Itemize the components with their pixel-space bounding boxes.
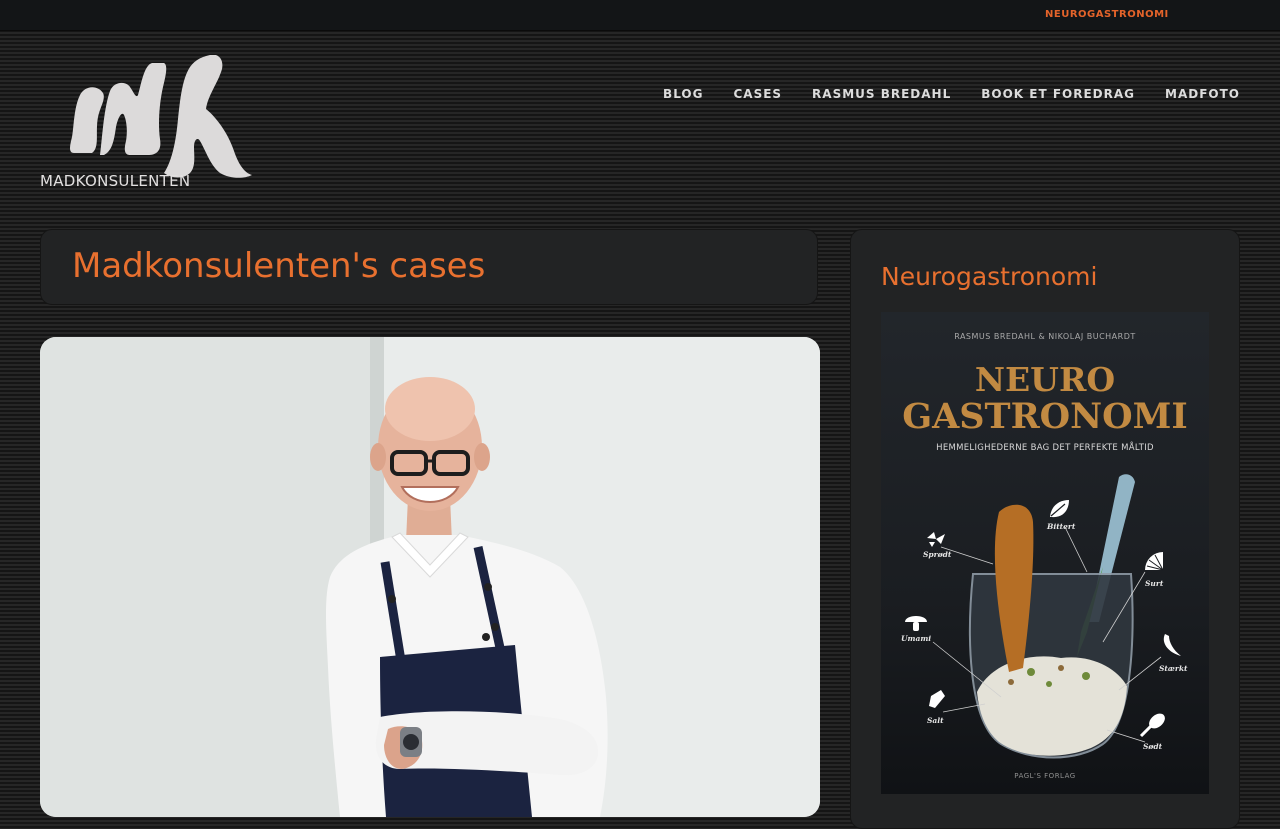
nav-item-rasmus-bredahl[interactable]: RASMUS BREDAHL: [812, 87, 951, 101]
mushroom-icon: [905, 616, 927, 631]
chili-icon: [1163, 634, 1181, 656]
top-link-neurogastronomi[interactable]: NEUROGASTRONOMI: [1045, 9, 1169, 20]
book-publisher: PAGL'S FORLAG: [1014, 772, 1076, 780]
taste-label-sprodt: Sprødt: [923, 550, 952, 559]
book-authors: RASMUS BREDAHL & NIKOLAJ BUCHARDT: [954, 332, 1136, 341]
chef-portrait-image: [40, 337, 820, 817]
nav-item-book-et-foredrag[interactable]: BOOK ET FOREDRAG: [981, 87, 1135, 101]
hero-image[interactable]: [40, 337, 820, 817]
book-cover: RASMUS BREDAHL & NIKOLAJ BUCHARDT NEURO …: [881, 312, 1209, 794]
logo-text: MADKONSULENTEN: [40, 172, 191, 190]
salt-shaker-icon: [929, 690, 945, 708]
taste-label-staerkt: Stærkt: [1159, 664, 1188, 673]
nav-item-cases[interactable]: CASES: [733, 87, 782, 101]
nav-item-madfoto[interactable]: MADFOTO: [1165, 87, 1240, 101]
leaf-icon: [1050, 500, 1069, 518]
taste-label-surt: Surt: [1145, 579, 1164, 588]
book-title-line1: NEURO: [974, 360, 1116, 399]
sidebar: Neurogastronomi RASMUS BREDAHL & NIKOLAJ…: [850, 229, 1240, 829]
taste-label-bittert: Bittert: [1047, 522, 1076, 531]
book-title-line2: GASTRONOMI: [902, 396, 1188, 437]
top-bar: NEUROGASTRONOMI: [0, 0, 1280, 31]
taste-label-umami: Umami: [901, 634, 932, 643]
book-subtitle: HEMMELIGHEDERNE BAG DET PERFEKTE MÅLTID: [936, 443, 1154, 453]
taste-label-salt: Salt: [927, 716, 944, 725]
page-title-box: Madkonsulenten's cases: [40, 229, 818, 305]
page-title: Madkonsulenten's cases: [72, 246, 486, 286]
main-nav: BLOG CASES RASMUS BREDAHL BOOK ET FOREDR…: [633, 87, 1240, 101]
cracker-crisp-icon: [927, 532, 945, 547]
sidebar-title: Neurogastronomi: [881, 262, 1098, 291]
lemon-icon: [1145, 552, 1164, 571]
taste-label-sodt: Sødt: [1143, 742, 1163, 751]
nav-item-blog[interactable]: BLOG: [663, 87, 703, 101]
honey-dipper-icon: [1139, 713, 1165, 738]
